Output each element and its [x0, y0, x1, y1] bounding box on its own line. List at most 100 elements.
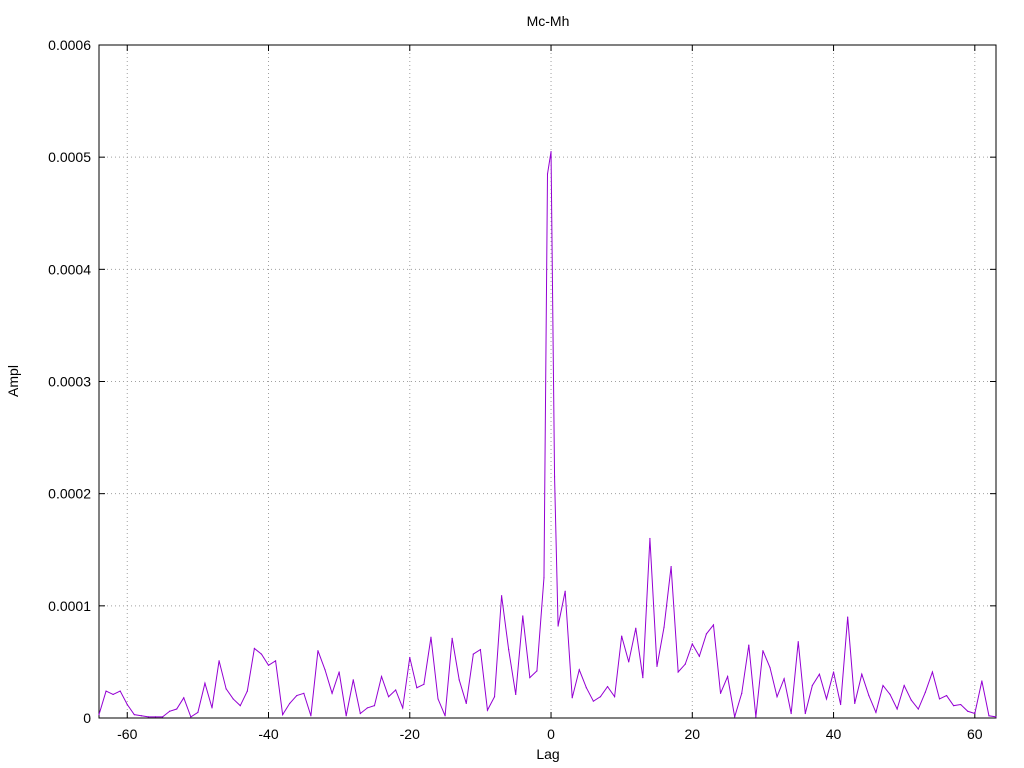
data-point	[656, 665, 658, 668]
data-point	[635, 627, 637, 629]
data-point	[310, 715, 312, 717]
data-point	[585, 687, 587, 689]
data-point	[557, 625, 559, 627]
data-point	[373, 705, 376, 707]
x-tick-label: 20	[685, 726, 701, 742]
data-point	[331, 692, 333, 694]
y-tick-label: 0.0001	[48, 598, 91, 614]
data-point	[910, 699, 912, 701]
chart-title: Mc-Mh	[527, 13, 570, 29]
data-point	[741, 692, 743, 694]
data-point	[953, 705, 955, 707]
data-point	[553, 476, 556, 478]
data-point	[550, 150, 552, 153]
data-point	[854, 702, 856, 705]
data-point	[960, 703, 962, 706]
data-point	[712, 624, 715, 626]
data-point	[147, 716, 150, 718]
data-point	[797, 641, 799, 643]
data-point	[176, 708, 178, 710]
data-point	[882, 684, 884, 687]
x-tick-label: 0	[547, 726, 555, 742]
data-point	[133, 714, 135, 716]
data-point	[571, 697, 573, 699]
data-point	[338, 671, 340, 673]
data-point	[303, 692, 305, 694]
data-point	[465, 702, 467, 705]
lag-amplitude-chart: -60 -40 -20 0 20 40 60 0 0.0001 0.0002 0.0003 0.000…	[5, 13, 997, 762]
x-tick-label: -20	[400, 726, 420, 742]
data-point	[945, 694, 948, 697]
data-point	[239, 705, 241, 707]
data-point	[840, 703, 842, 706]
data-point	[628, 661, 630, 663]
data-point	[670, 565, 672, 568]
data-point	[698, 655, 700, 657]
series-group	[98, 150, 997, 718]
data-point	[105, 690, 107, 692]
data-point	[776, 696, 778, 698]
data-point	[472, 653, 474, 655]
data-point	[719, 692, 722, 694]
data-point	[543, 577, 545, 579]
data-point	[613, 696, 616, 698]
x-tick-label: 60	[967, 726, 983, 742]
data-point	[416, 687, 418, 689]
data-point	[366, 707, 368, 709]
y-tick-label: 0.0006	[48, 37, 91, 53]
x-tick-label: -60	[117, 726, 137, 742]
data-point	[359, 712, 361, 715]
data-point	[112, 693, 114, 696]
grid	[99, 44, 996, 719]
data-point	[642, 677, 644, 679]
data-point	[811, 684, 813, 687]
data-point	[387, 696, 390, 698]
data-point	[868, 694, 870, 697]
data-point	[649, 537, 651, 540]
data-point	[437, 698, 439, 700]
data-point	[345, 715, 347, 717]
data-point	[967, 710, 969, 712]
data-point	[546, 173, 549, 175]
data-point	[705, 633, 708, 635]
data-point	[161, 716, 164, 718]
data-point	[924, 691, 926, 693]
x-tick-label: -40	[258, 726, 278, 742]
data-point	[430, 636, 432, 638]
data-point	[825, 698, 828, 700]
data-point	[197, 711, 199, 713]
data-point	[903, 684, 905, 687]
data-point	[423, 683, 425, 685]
y-tick-label: 0.0002	[48, 486, 91, 502]
data-point	[395, 689, 397, 691]
data-point	[762, 650, 764, 652]
data-point	[190, 716, 192, 718]
data-point	[458, 679, 460, 681]
data-point	[755, 716, 757, 718]
y-tick-label: 0	[83, 710, 91, 726]
data-point	[154, 716, 157, 718]
data-point	[621, 635, 623, 637]
data-point	[988, 715, 990, 717]
data-point	[536, 670, 538, 672]
data-point	[317, 650, 319, 652]
data-point	[380, 675, 383, 678]
data-point	[126, 703, 128, 706]
data-point	[875, 711, 877, 713]
data-point	[861, 673, 863, 675]
data-point	[804, 712, 806, 715]
data-point	[529, 677, 531, 679]
data-point	[599, 696, 602, 698]
axis-ticks: -60 -40 -20 0 20 40 60 0 0.0001 0.0002 0.0003 0.000…	[48, 37, 996, 742]
data-point	[522, 615, 524, 617]
data-point	[98, 714, 100, 716]
data-point	[260, 653, 263, 655]
data-point	[211, 707, 213, 709]
data-point	[402, 707, 404, 709]
data-point	[204, 682, 206, 684]
data-point	[832, 671, 835, 673]
data-point	[500, 595, 503, 597]
y-tick-label: 0.0005	[48, 149, 91, 165]
data-point	[684, 663, 686, 665]
data-point	[282, 714, 284, 716]
